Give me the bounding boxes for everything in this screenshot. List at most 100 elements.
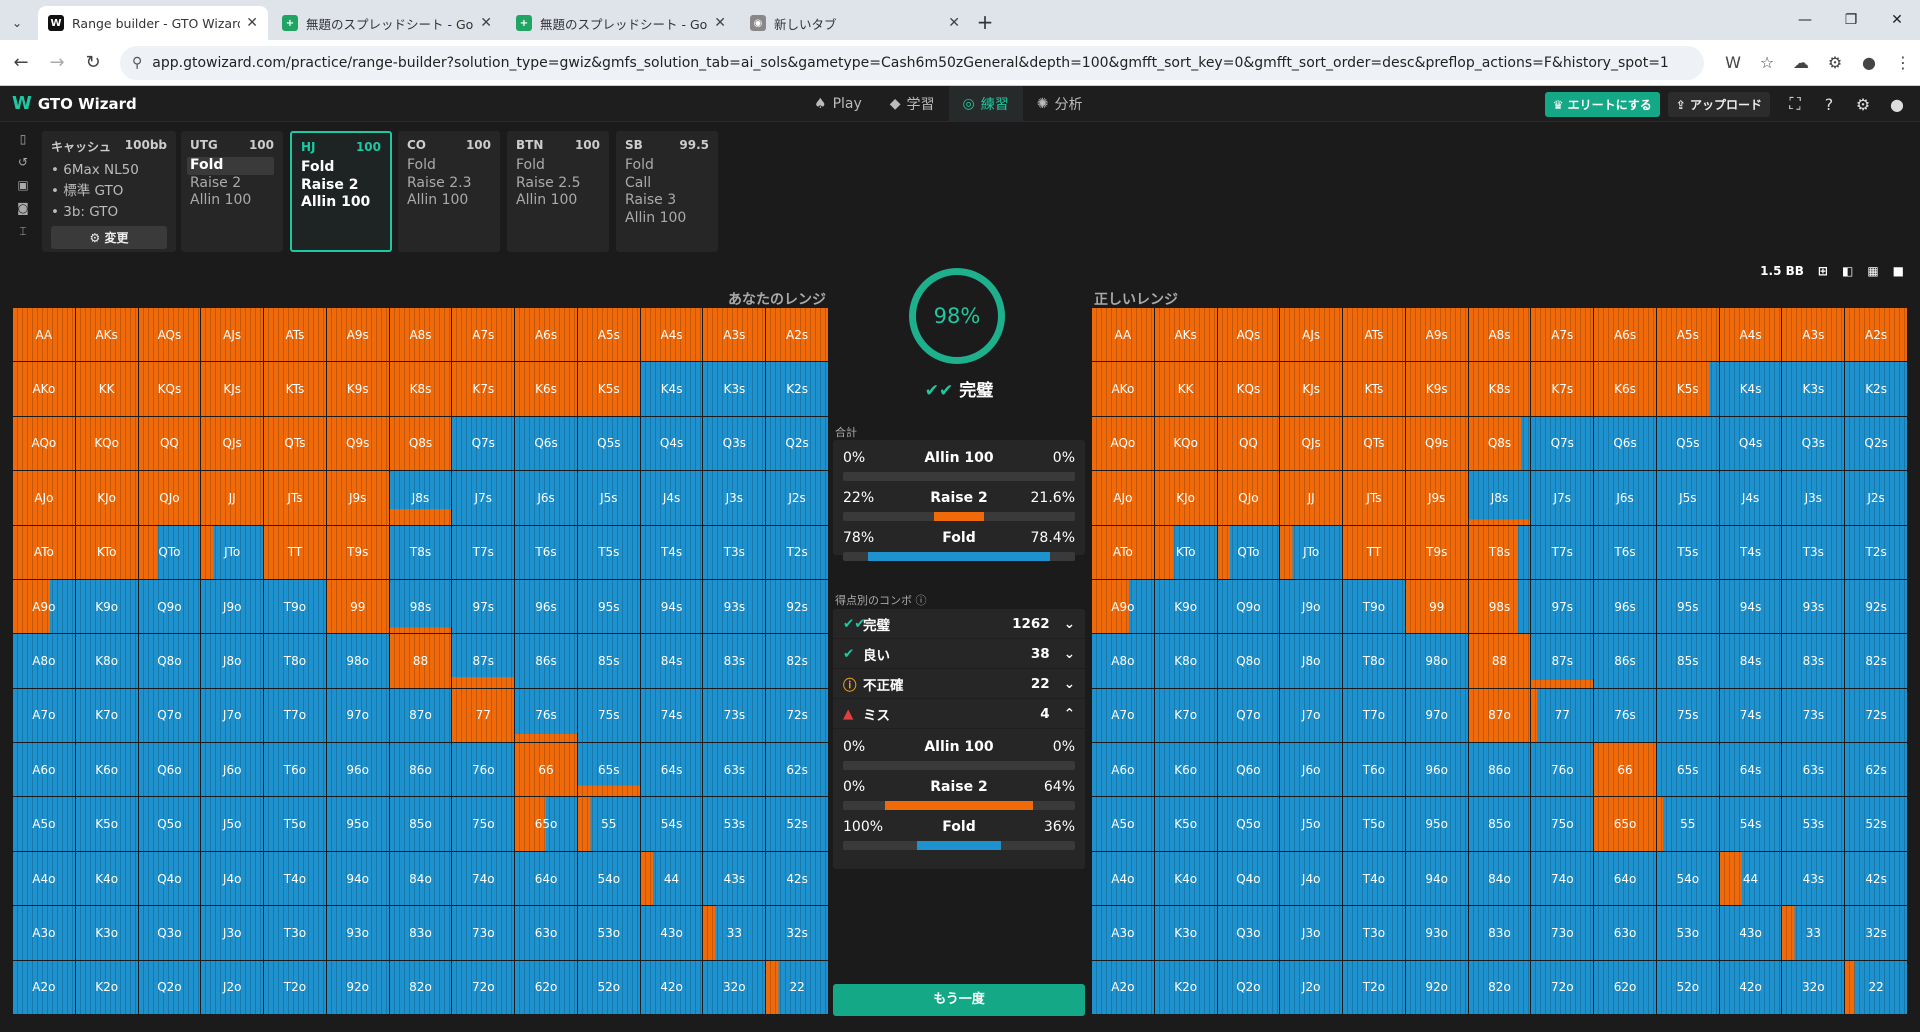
expand-chevron-icon[interactable]: ⌃ [1064,706,1075,722]
range-cell[interactable]: 72o [1531,960,1594,1014]
range-cell[interactable]: 43s [1782,851,1845,906]
range-cell[interactable]: J8o [1280,634,1343,688]
range-cell[interactable]: KQs [1217,362,1280,416]
gamepad-icon[interactable]: ◙ [17,201,29,224]
range-cell[interactable]: T8s [389,525,452,579]
range-cell[interactable]: T7o [264,688,326,743]
bookmark-icon[interactable]: ▯ [20,132,27,155]
range-cell[interactable]: 33 [703,906,766,960]
range-cell[interactable]: K6o [1154,743,1217,797]
range-cell[interactable]: Q8o [138,634,201,688]
range-cell[interactable]: 44 [640,851,703,906]
action-option[interactable]: Raise 2 [190,175,274,193]
range-cell[interactable]: Q7s [452,416,515,471]
combo-score-row[interactable]: ▲ ミス 4 ⌃ [833,699,1085,729]
range-cell[interactable]: Q7o [138,688,201,743]
range-cell[interactable]: 53o [1656,906,1719,960]
action-option[interactable]: Allin 100 [190,192,274,210]
range-cell[interactable]: QTo [1217,525,1280,579]
retry-button[interactable]: もう一度 [833,984,1085,1016]
range-cell[interactable]: J7o [201,688,264,743]
range-cell[interactable]: KK [1154,362,1217,416]
range-cell[interactable]: J5s [577,471,640,525]
range-cell[interactable]: 92o [1405,960,1468,1014]
grid-view-icon[interactable]: ▦ [1867,264,1878,278]
range-cell[interactable]: 66 [515,743,577,797]
range-cell[interactable]: 54o [1656,851,1719,906]
range-cell[interactable]: J6o [201,743,264,797]
range-cell[interactable]: K9s [1405,362,1468,416]
range-cell[interactable]: 72s [1845,688,1907,743]
range-cell[interactable]: 93o [1405,906,1468,960]
range-cell[interactable]: A6s [515,308,577,362]
range-cell[interactable]: J4o [1280,851,1343,906]
range-cell[interactable]: 54s [1719,797,1782,851]
range-cell[interactable]: 87s [1531,634,1594,688]
range-cell[interactable]: KQo [1154,416,1217,471]
action-option[interactable]: Raise 2.5 [516,175,600,193]
range-cell[interactable]: T2o [1343,960,1405,1014]
range-cell[interactable]: K5o [1154,797,1217,851]
range-cell[interactable]: 77 [1531,688,1594,743]
expand-chevron-icon[interactable]: ⌄ [1064,676,1075,692]
range-cell[interactable]: T9s [1405,525,1468,579]
range-cell[interactable]: 95s [1656,579,1719,634]
tab-search-icon[interactable]: ⌄ [0,6,34,40]
range-cell[interactable]: AJs [1280,308,1343,362]
range-cell[interactable]: 94s [640,579,703,634]
range-cell[interactable]: 74o [1531,851,1594,906]
range-cell[interactable]: J2o [1280,960,1343,1014]
range-cell[interactable]: 64s [640,743,703,797]
range-cell[interactable]: T2s [766,525,828,579]
range-cell[interactable]: Q4o [138,851,201,906]
change-button[interactable]: ⚙ 変更 [51,226,167,249]
restore-icon[interactable]: ❐ [1828,0,1874,40]
range-cell[interactable]: 73o [1531,906,1594,960]
range-cell[interactable]: 95s [577,579,640,634]
range-cell[interactable]: KTs [264,362,326,416]
table-view-icon[interactable]: ⊞ [1818,264,1828,278]
combo-score-row[interactable]: ✔ 良い 38 ⌄ [833,639,1085,669]
range-cell[interactable]: AQo [13,416,75,471]
range-cell[interactable]: 98o [1405,634,1468,688]
range-cell[interactable]: Q8o [1217,634,1280,688]
range-cell[interactable]: AJs [201,308,264,362]
range-cell[interactable]: 62o [515,960,577,1014]
range-cell[interactable]: A6s [1594,308,1656,362]
range-cell[interactable]: K7o [1154,688,1217,743]
range-cell[interactable]: KTo [1154,525,1217,579]
range-cell[interactable]: ATo [1092,525,1154,579]
range-cell[interactable]: A3o [13,906,75,960]
range-cell[interactable]: 63s [1782,743,1845,797]
range-cell[interactable]: J6o [1280,743,1343,797]
range-cell[interactable]: 94o [1405,851,1468,906]
range-cell[interactable]: Q4s [1719,416,1782,471]
forward-icon[interactable]: → [42,52,72,73]
action-option[interactable]: Fold [625,157,709,175]
range-cell[interactable]: T4s [1719,525,1782,579]
range-cell[interactable]: 42o [640,960,703,1014]
range-cell[interactable]: Q3s [1782,416,1845,471]
range-cell[interactable]: J9o [1280,579,1343,634]
range-cell[interactable]: 32s [1845,906,1907,960]
nav-item[interactable]: ♠ Play [800,86,876,122]
range-cell[interactable]: 87o [1468,688,1531,743]
nav-item[interactable]: ✺ 分析 [1023,86,1097,122]
save-icon[interactable]: ▣ [17,178,28,201]
range-cell[interactable]: 85o [1468,797,1531,851]
contrast-icon[interactable]: ◧ [1842,264,1853,278]
range-cell[interactable]: Q2s [1845,416,1907,471]
range-cell[interactable]: 96s [1594,579,1656,634]
range-cell[interactable]: T6s [1594,525,1656,579]
range-cell[interactable]: A7s [1531,308,1594,362]
range-cell[interactable]: Q5s [1656,416,1719,471]
range-cell[interactable]: 82o [1468,960,1531,1014]
action-option[interactable]: Raise 3 [625,192,709,210]
range-cell[interactable]: K5s [1656,362,1719,416]
range-cell[interactable]: 86o [389,743,452,797]
range-cell[interactable]: 22 [766,960,828,1014]
range-cell[interactable]: 76s [515,688,577,743]
range-cell[interactable]: 82s [766,634,828,688]
range-cell[interactable]: AQo [1092,416,1154,471]
range-cell[interactable]: 65o [515,797,577,851]
